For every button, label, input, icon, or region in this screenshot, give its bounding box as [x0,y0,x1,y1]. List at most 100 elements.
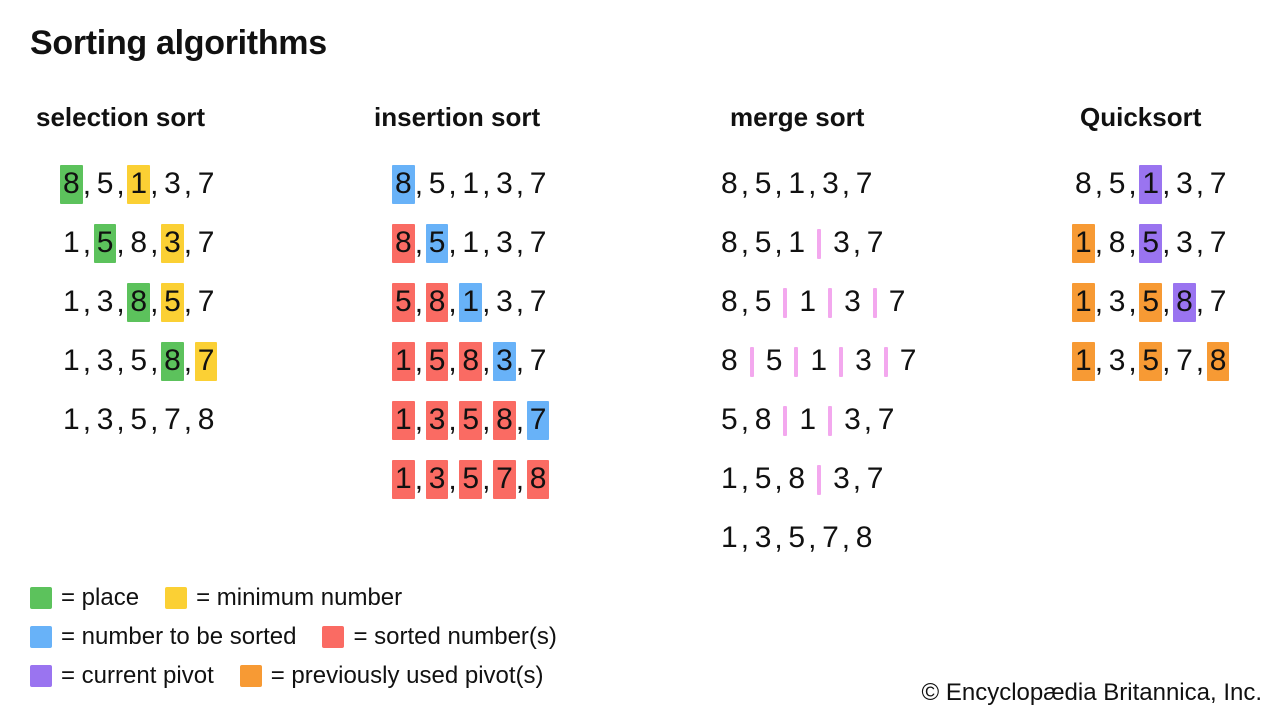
plain-number: 3 [855,344,872,377]
number-token: 3 [161,165,184,204]
number-token: 7 [819,519,842,558]
comma-separator: , [183,344,193,378]
comma-separator: , [515,344,525,378]
plain-number: 8 [721,285,738,318]
number-token: 1 [718,519,741,558]
number-token: 5 [763,342,786,381]
plain-number: 7 [1209,167,1227,200]
highlighted-number-sorted: 3 [425,460,449,499]
highlighted-number-to_be_sorted: 1 [459,283,483,322]
number-token: 7 [195,283,218,322]
comma-separator: , [150,167,159,201]
comma-separator: , [448,167,457,201]
comma-separator: , [1128,344,1137,378]
sequence-row: 1,5,8,3,7 [392,332,698,391]
legend-entry-sorted: = sorted number(s) [322,623,557,651]
merge-divider-icon [883,346,888,377]
number-token: 8 [127,224,150,263]
number-token: 8 [195,401,218,440]
highlighted-number-sorted: 5 [459,460,483,499]
comma-separator: , [515,462,525,496]
number-token: 3 [161,224,184,263]
number-token: 5 [459,460,483,499]
number-token: 3 [425,401,449,440]
legend-entry-to-be-sorted: = number to be sorted [30,623,296,651]
number-token: 8 [718,342,741,381]
number-token: 7 [886,283,909,322]
merge-divider-icon [839,346,844,377]
comma-separator: , [183,167,193,201]
highlighted-number-sorted: 5 [459,401,483,440]
number-token: 5 [718,401,741,440]
highlighted-number-minimum: 5 [161,283,184,322]
number-token: 7 [1207,165,1230,204]
number-token: 8 [718,165,741,204]
algorithm-column-merge-sort: merge sort 8, 5, 1, 3, 7 8, 5, 1 3, 7 8, 5 1 3 7 8 5 1 3 7 5,… [700,100,1030,568]
comma-separator: , [482,403,491,437]
column-rows: 8,5,1,3,78,5,1,3,75,8,1,3,71,5,8,3,71,3,… [368,155,698,509]
plain-number: 7 [529,167,547,200]
sequence-row: 1,3,5,7,8 [718,509,1030,568]
plain-number: 7 [888,285,906,318]
plain-number: 3 [496,285,513,318]
plain-number: 8 [1075,167,1092,200]
comma-separator: , [116,403,125,437]
plain-number: 8 [721,344,738,377]
number-token: 7 [875,401,898,440]
comma-separator: , [414,403,424,437]
number-token: 1 [459,165,482,204]
merge-divider-icon [828,287,833,318]
legend-label: = previously used pivot(s) [270,661,544,689]
plain-number: 8 [721,167,738,200]
highlighted-number-place: 8 [60,165,83,204]
comma-separator: , [183,226,193,260]
plain-number: 1 [799,403,817,436]
comma-separator: , [1162,285,1171,319]
comma-separator: , [414,226,424,260]
merge-divider-icon [749,346,754,377]
comma-separator: , [116,167,125,201]
highlighted-number-previous_pivot: 1 [1072,283,1095,322]
number-token: 1 [1072,342,1095,381]
legend-label: = minimum number [196,583,403,611]
comma-separator: , [414,462,424,496]
comma-separator: , [82,285,92,319]
plain-number: 7 [899,344,917,377]
comma-separator: , [1128,167,1137,201]
comma-separator: , [1195,167,1205,201]
plain-number: 7 [822,521,839,554]
number-token: 8 [392,165,415,204]
comma-separator: , [82,167,92,201]
highlighted-number-previous_pivot: 1 [1072,342,1095,381]
plain-number: 3 [833,226,850,259]
number-token: 3 [1106,342,1129,381]
comma-separator: , [414,167,424,201]
number-token: 7 [527,165,550,204]
sequence-row: 1,8,5,3,7 [1072,214,1280,273]
legend-row: = number to be sorted = sorted number(s) [30,617,557,656]
plain-number: 5 [96,167,114,200]
plain-number: 5 [754,285,772,318]
comma-separator: , [808,521,817,555]
sequence-row: 1,3,5,8,7 [392,391,698,450]
comma-separator: , [1195,226,1205,260]
number-token: 1 [1072,224,1095,263]
merge-divider-icon [817,228,822,259]
highlighted-number-sorted: 8 [459,342,483,381]
number-token: 8 [1106,224,1129,263]
number-token: 5 [93,224,117,263]
sequence-row: 1,3,5,7,8 [392,450,698,509]
plain-number: 5 [788,521,806,554]
number-token: 5 [94,165,117,204]
highlighted-number-previous_pivot: 1 [1072,224,1095,263]
comma-separator: , [116,226,125,260]
highlighted-number-to_be_sorted: 8 [392,165,415,204]
merge-divider-icon [794,346,799,377]
plain-number: 1 [63,226,80,259]
number-token: 1 [796,401,819,440]
comma-separator: , [482,285,491,319]
plain-number: 3 [844,285,861,318]
column-header: selection sort [36,102,206,132]
comma-separator: , [448,403,457,437]
number-token: 3 [94,401,117,440]
